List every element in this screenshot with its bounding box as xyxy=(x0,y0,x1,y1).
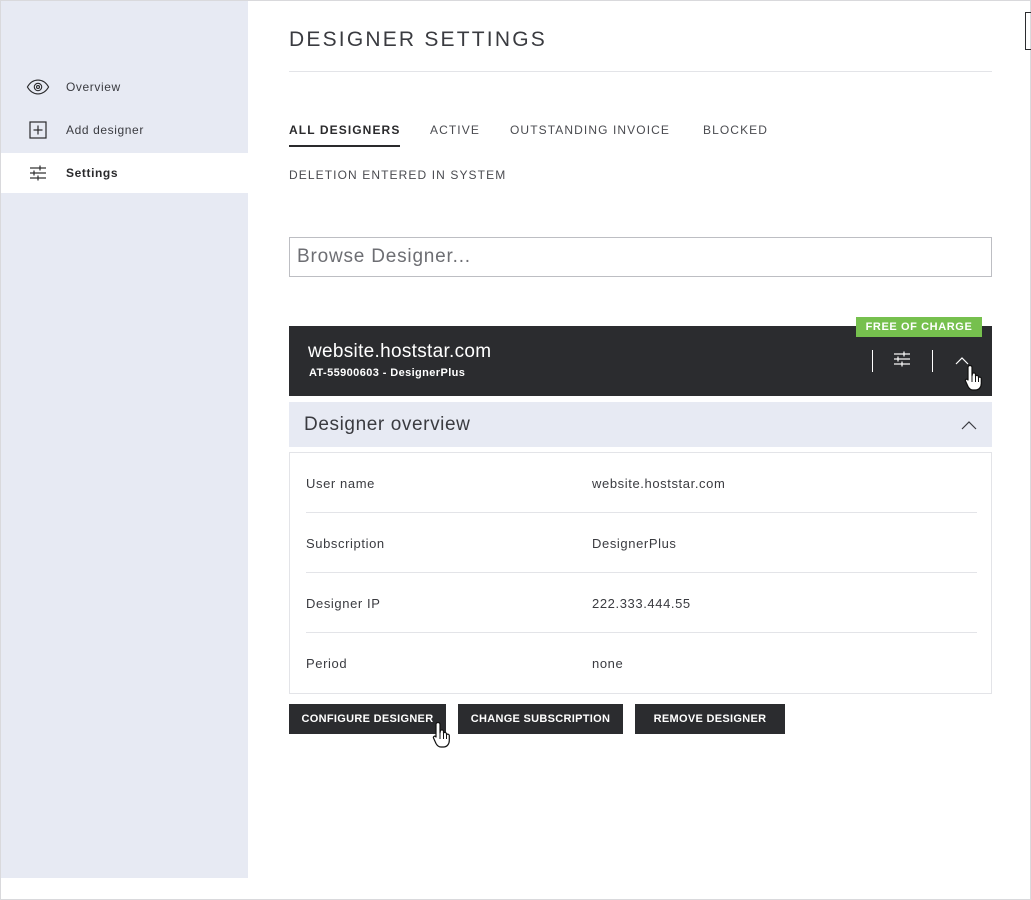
detail-value: website.hoststar.com xyxy=(592,476,726,491)
eye-icon xyxy=(26,75,50,99)
tab-active[interactable]: ACTIVE xyxy=(430,123,480,137)
designer-overview-header[interactable]: Designer overview xyxy=(289,402,992,447)
sliders-icon xyxy=(893,351,911,372)
designer-settings-button[interactable] xyxy=(887,346,917,376)
search-input[interactable] xyxy=(289,237,992,277)
detail-label: Period xyxy=(306,656,348,671)
change-subscription-button[interactable]: CHANGE SUBSCRIPTION xyxy=(458,704,623,734)
designer-name: website.hoststar.com xyxy=(308,341,492,362)
tab-blocked[interactable]: BLOCKED xyxy=(703,123,768,137)
configure-designer-button[interactable]: CONFIGURE DESIGNER xyxy=(289,704,446,734)
detail-value: 222.333.444.55 xyxy=(592,596,691,611)
hand-cursor-icon xyxy=(432,721,454,749)
detail-row-period: Period none xyxy=(306,633,977,693)
detail-label: Designer IP xyxy=(306,596,381,611)
tab-outstanding-invoice[interactable]: OUTSTANDING INVOICE xyxy=(510,123,670,137)
sidebar: Overview Add designer Settings xyxy=(1,1,248,878)
sidebar-item-label: Settings xyxy=(66,166,119,180)
sidebar-item-settings[interactable]: Settings xyxy=(1,153,248,193)
detail-row-username: User name website.hoststar.com xyxy=(306,453,977,513)
sidebar-item-overview[interactable]: Overview xyxy=(1,67,248,107)
section-title: Designer overview xyxy=(304,414,471,435)
tab-all-designers[interactable]: ALL DESIGNERS xyxy=(289,123,401,147)
plus-square-icon xyxy=(26,118,50,142)
detail-label: Subscription xyxy=(306,536,385,551)
designer-details: User name website.hoststar.com Subscript… xyxy=(289,452,992,694)
remove-designer-button[interactable]: REMOVE DESIGNER xyxy=(635,704,785,734)
sidebar-item-label: Overview xyxy=(66,80,121,94)
sliders-icon xyxy=(26,161,50,185)
designer-subtitle: AT-55900603 - DesignerPlus xyxy=(309,367,466,379)
sidebar-item-add-designer[interactable]: Add designer xyxy=(1,110,248,150)
detail-row-subscription: Subscription DesignerPlus xyxy=(306,513,977,573)
sidebar-item-label: Add designer xyxy=(66,123,144,137)
scrollbar-stub xyxy=(1025,12,1031,50)
card-divider xyxy=(872,350,873,372)
detail-row-designer-ip: Designer IP 222.333.444.55 xyxy=(306,573,977,633)
card-divider xyxy=(932,350,933,372)
detail-value: none xyxy=(592,656,624,671)
detail-label: User name xyxy=(306,476,375,491)
page-title: DESIGNER SETTINGS xyxy=(289,28,547,51)
detail-value: DesignerPlus xyxy=(592,536,677,551)
hand-cursor-icon xyxy=(964,364,986,392)
title-divider xyxy=(289,71,992,72)
status-badge: FREE OF CHARGE xyxy=(856,317,982,337)
chevron-up-icon xyxy=(960,416,978,434)
tab-deletion-entered[interactable]: DELETION ENTERED IN SYSTEM xyxy=(289,168,506,182)
